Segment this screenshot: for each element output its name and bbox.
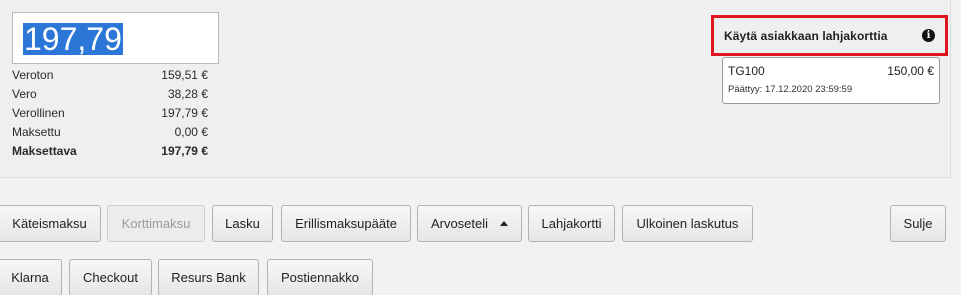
external-invoice-button[interactable]: Ulkoinen laskutus xyxy=(622,205,753,242)
gift-card-title: Käytä asiakkaan lahjakorttia xyxy=(724,28,888,43)
cash-on-delivery-button[interactable]: Postiennakko xyxy=(267,259,373,295)
cash-button[interactable]: Käteismaksu xyxy=(0,205,101,242)
totals-row-due: Maksettava 197,79 € xyxy=(12,142,208,161)
close-button[interactable]: Sulje xyxy=(890,205,946,242)
amount-input-value[interactable]: 197,79 xyxy=(23,23,123,55)
totals-label: Maksettu xyxy=(12,125,61,139)
klarna-button[interactable]: Klarna xyxy=(0,259,62,295)
totals-value: 197,79 € xyxy=(161,144,208,158)
totals-label: Vero xyxy=(12,87,37,101)
voucher-label: Arvoseteli xyxy=(430,216,489,231)
gift-card-amount: 150,00 € xyxy=(887,64,934,78)
amount-input[interactable]: 197,79 xyxy=(12,12,219,64)
checkout-button[interactable]: Checkout xyxy=(69,259,152,295)
gift-card-header: Käytä asiakkaan lahjakorttia i xyxy=(711,15,948,56)
invoice-button[interactable]: Lasku xyxy=(212,205,273,242)
totals-value: 38,28 € xyxy=(167,87,208,101)
totals-value: 197,79 € xyxy=(161,106,208,120)
totals-row-tax-free: Veroton 159,51 € xyxy=(12,66,208,85)
card-payment-button[interactable]: Korttimaksu xyxy=(107,205,205,242)
gift-card-expiry: Päättyy: 17.12.2020 23:59:59 xyxy=(728,84,853,95)
caret-up-icon xyxy=(500,221,509,226)
totals-label: Verollinen xyxy=(12,106,65,120)
resurs-bank-button[interactable]: Resurs Bank xyxy=(158,259,259,295)
gift-card-button[interactable]: Lahjakortti xyxy=(528,205,615,242)
info-icon[interactable]: i xyxy=(922,29,935,42)
gift-card-item[interactable]: TG100 150,00 € Päättyy: 17.12.2020 23:59… xyxy=(722,57,940,104)
totals-row-taxable: Verollinen 197,79 € xyxy=(12,104,208,123)
totals-value: 159,51 € xyxy=(161,68,208,82)
voucher-dropdown-button[interactable]: Arvoseteli xyxy=(417,205,522,242)
totals-list: Veroton 159,51 € Vero 38,28 € Verollinen… xyxy=(12,66,208,161)
gift-card-code: TG100 xyxy=(728,64,765,78)
totals-value: 0,00 € xyxy=(174,125,208,139)
totals-label: Veroton xyxy=(12,68,54,82)
payment-summary-panel: 197,79 Veroton 159,51 € Vero 38,28 € Ver… xyxy=(0,0,951,178)
totals-row-paid: Maksettu 0,00 € xyxy=(12,123,208,142)
totals-row-tax: Vero 38,28 € xyxy=(12,85,208,104)
totals-label: Maksettava xyxy=(12,144,77,158)
separate-terminal-button[interactable]: Erillismaksupääte xyxy=(281,205,411,242)
